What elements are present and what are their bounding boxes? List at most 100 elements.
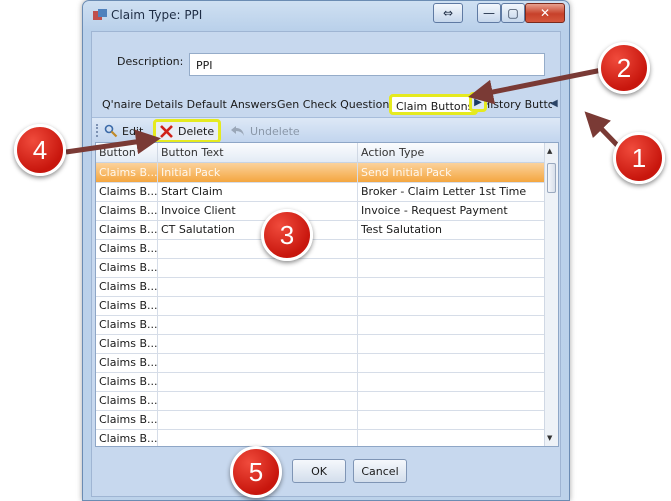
edit-label: Edit xyxy=(122,124,144,138)
grid-scrollbar[interactable]: ▲ ▼ xyxy=(544,143,558,446)
cell-button-text[interactable] xyxy=(158,353,358,373)
toolbar-grip xyxy=(96,124,99,137)
table-row[interactable]: Claims B... Initial Pack Send Initial Pack xyxy=(96,163,556,183)
table-row[interactable]: Claims B... xyxy=(96,410,556,430)
cell-button-text[interactable] xyxy=(158,372,358,392)
table-row[interactable]: Claims B... xyxy=(96,258,556,278)
scroll-down-icon[interactable]: ▼ xyxy=(547,434,552,442)
cell-button-text[interactable] xyxy=(158,239,358,259)
cell-button[interactable]: Claims B... xyxy=(96,391,158,411)
window-title: Claim Type: PPI xyxy=(111,8,203,22)
maximize-button[interactable]: ▢ xyxy=(501,3,525,23)
cell-button-text[interactable]: Initial Pack xyxy=(158,163,358,183)
arrow-1 xyxy=(584,111,620,148)
cell-action-type[interactable] xyxy=(358,239,556,259)
table-row[interactable]: Claims B... xyxy=(96,296,556,316)
table-row[interactable]: Claims B... xyxy=(96,353,556,373)
table-row[interactable]: Claims B... CT Salutation Test Salutation xyxy=(96,220,556,240)
close-button[interactable]: ✕ xyxy=(525,3,565,23)
tab-qnaire-default-answers[interactable]: Q'naire Details Default Answers xyxy=(102,98,277,111)
cell-button[interactable]: Claims B... xyxy=(96,182,158,202)
cell-button-text[interactable]: Invoice Client xyxy=(158,201,358,221)
cell-action-type[interactable] xyxy=(358,258,556,278)
cell-button[interactable]: Claims B... xyxy=(96,315,158,335)
cancel-button[interactable]: Cancel xyxy=(353,459,407,483)
delete-icon xyxy=(160,124,173,138)
cell-button-text[interactable]: CT Salutation xyxy=(158,220,358,240)
tab-gen-check-question[interactable]: Gen Check Question xyxy=(277,98,389,111)
delete-button[interactable]: Delete xyxy=(153,119,222,143)
scroll-up-icon[interactable]: ▲ xyxy=(547,147,552,155)
cell-button-text[interactable]: Start Claim xyxy=(158,182,358,202)
table-row[interactable]: Claims B... Start Claim Broker - Claim Let… xyxy=(96,182,556,202)
ok-button[interactable]: OK xyxy=(292,459,346,483)
column-header-button[interactable]: Button xyxy=(96,143,158,163)
cell-button[interactable]: Claims B... xyxy=(96,239,158,259)
column-header-button-text[interactable]: Button Text xyxy=(158,143,358,163)
app-icon xyxy=(93,9,107,20)
table-row[interactable]: Claims B... xyxy=(96,334,556,354)
cell-button[interactable]: Claims B... xyxy=(96,258,158,278)
tab-scroll-right-button[interactable]: ▶ xyxy=(469,92,487,112)
cell-action-type[interactable] xyxy=(358,277,556,297)
swap-button[interactable]: ⇔ xyxy=(433,3,463,23)
table-row[interactable]: Claims B... Invoice Client Invoice - Reque… xyxy=(96,201,556,221)
description-input[interactable]: PPI xyxy=(189,53,545,76)
table-row[interactable]: Claims B... xyxy=(96,277,556,297)
cell-button-text[interactable] xyxy=(158,315,358,335)
maximize-icon: ▢ xyxy=(507,6,519,20)
cell-button[interactable]: Claims B... xyxy=(96,429,158,446)
undelete-button[interactable]: Undelete xyxy=(230,122,300,140)
cell-action-type[interactable] xyxy=(358,391,556,411)
cell-button-text[interactable] xyxy=(158,410,358,430)
cell-button-text[interactable] xyxy=(158,277,358,297)
minimize-icon: — xyxy=(483,6,495,20)
callout-4: 4 xyxy=(14,124,66,176)
table-row[interactable]: Claims B... xyxy=(96,391,556,411)
cell-action-type[interactable] xyxy=(358,296,556,316)
cell-action-type[interactable] xyxy=(358,334,556,354)
minimize-button[interactable]: — xyxy=(477,3,501,23)
cell-button-text[interactable] xyxy=(158,391,358,411)
callout-5: 5 xyxy=(230,446,282,498)
cell-button[interactable]: Claims B... xyxy=(96,372,158,392)
cell-action-type[interactable]: Broker - Claim Letter 1st Time xyxy=(358,182,556,202)
cell-action-type[interactable] xyxy=(358,410,556,430)
cell-action-type[interactable] xyxy=(358,353,556,373)
tab-scroll-left-icon[interactable]: ◀ xyxy=(550,98,558,109)
cell-button[interactable]: Claims B... xyxy=(96,277,158,297)
cell-button[interactable]: Claims B... xyxy=(96,334,158,354)
dialog-body: Description: PPI Q'naire Details Default… xyxy=(91,31,561,497)
title-bar[interactable]: Claim Type: PPI ⇔ — ▢ ✕ xyxy=(83,1,569,29)
cell-button[interactable]: Claims B... xyxy=(96,201,158,221)
cell-button-text[interactable] xyxy=(158,296,358,316)
cell-button[interactable]: Claims B... xyxy=(96,163,158,183)
cell-button-text[interactable] xyxy=(158,429,358,446)
cell-button[interactable]: Claims B... xyxy=(96,353,158,373)
swap-icon: ⇔ xyxy=(442,6,454,20)
cell-action-type[interactable]: Invoice - Request Payment xyxy=(358,201,556,221)
cell-action-type[interactable]: Test Salutation xyxy=(358,220,556,240)
edit-button[interactable]: Edit xyxy=(104,122,143,140)
cell-button-text[interactable] xyxy=(158,258,358,278)
tab-history-buttons[interactable]: History Butto xyxy=(482,98,552,111)
edit-icon xyxy=(104,124,118,138)
table-row[interactable]: Claims B... xyxy=(96,372,556,392)
table-row[interactable]: Claims B... xyxy=(96,315,556,335)
scroll-thumb[interactable] xyxy=(547,163,556,193)
cell-action-type[interactable]: Send Initial Pack xyxy=(358,163,556,183)
tab-claim-buttons[interactable]: Claim Buttons xyxy=(389,94,479,115)
cell-button[interactable]: Claims B... xyxy=(96,220,158,240)
cell-action-type[interactable] xyxy=(358,315,556,335)
cell-action-type[interactable] xyxy=(358,429,556,446)
cell-button-text[interactable] xyxy=(158,334,358,354)
cell-button[interactable]: Claims B... xyxy=(96,296,158,316)
delete-label: Delete xyxy=(178,124,215,138)
cell-button[interactable]: Claims B... xyxy=(96,410,158,430)
cell-action-type[interactable] xyxy=(358,372,556,392)
table-row[interactable]: Claims B... xyxy=(96,239,556,259)
table-row[interactable]: Claims B... xyxy=(96,429,556,446)
tab-strip: Q'naire Details Default Answers Gen Chec… xyxy=(92,92,560,116)
column-header-action-type[interactable]: Action Type xyxy=(358,143,556,163)
undo-arrow-icon xyxy=(231,126,244,136)
